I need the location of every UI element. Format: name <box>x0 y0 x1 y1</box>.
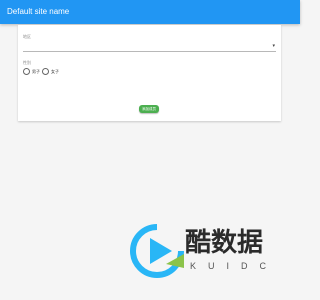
gender-radio-female-label: 女子 <box>51 69 59 74</box>
arrow-down-icon: ▾ <box>272 43 275 49</box>
gender-label: 性别 <box>23 60 31 65</box>
radio-circle-icon[interactable] <box>42 68 49 75</box>
form-card: 地区 ▾ 性别 男子 女子 添加成员 <box>18 25 281 121</box>
kuidc-play-logo-icon <box>130 224 184 278</box>
app-bar: Default site name <box>0 0 300 24</box>
region-label: 地区 <box>23 34 31 39</box>
watermark-en-text: KUIDC <box>190 261 279 271</box>
app-title: Default site name <box>7 7 70 16</box>
add-member-button-label: 添加成员 <box>142 107 156 111</box>
gender-radio-male-label: 男子 <box>32 69 40 74</box>
watermark: 酷数据 KUIDC <box>130 224 285 278</box>
radio-circle-icon[interactable] <box>23 68 30 75</box>
add-member-button[interactable]: 添加成员 <box>139 105 159 113</box>
watermark-cn-text: 酷数据 <box>185 227 264 257</box>
region-select[interactable]: ▾ <box>23 41 276 52</box>
